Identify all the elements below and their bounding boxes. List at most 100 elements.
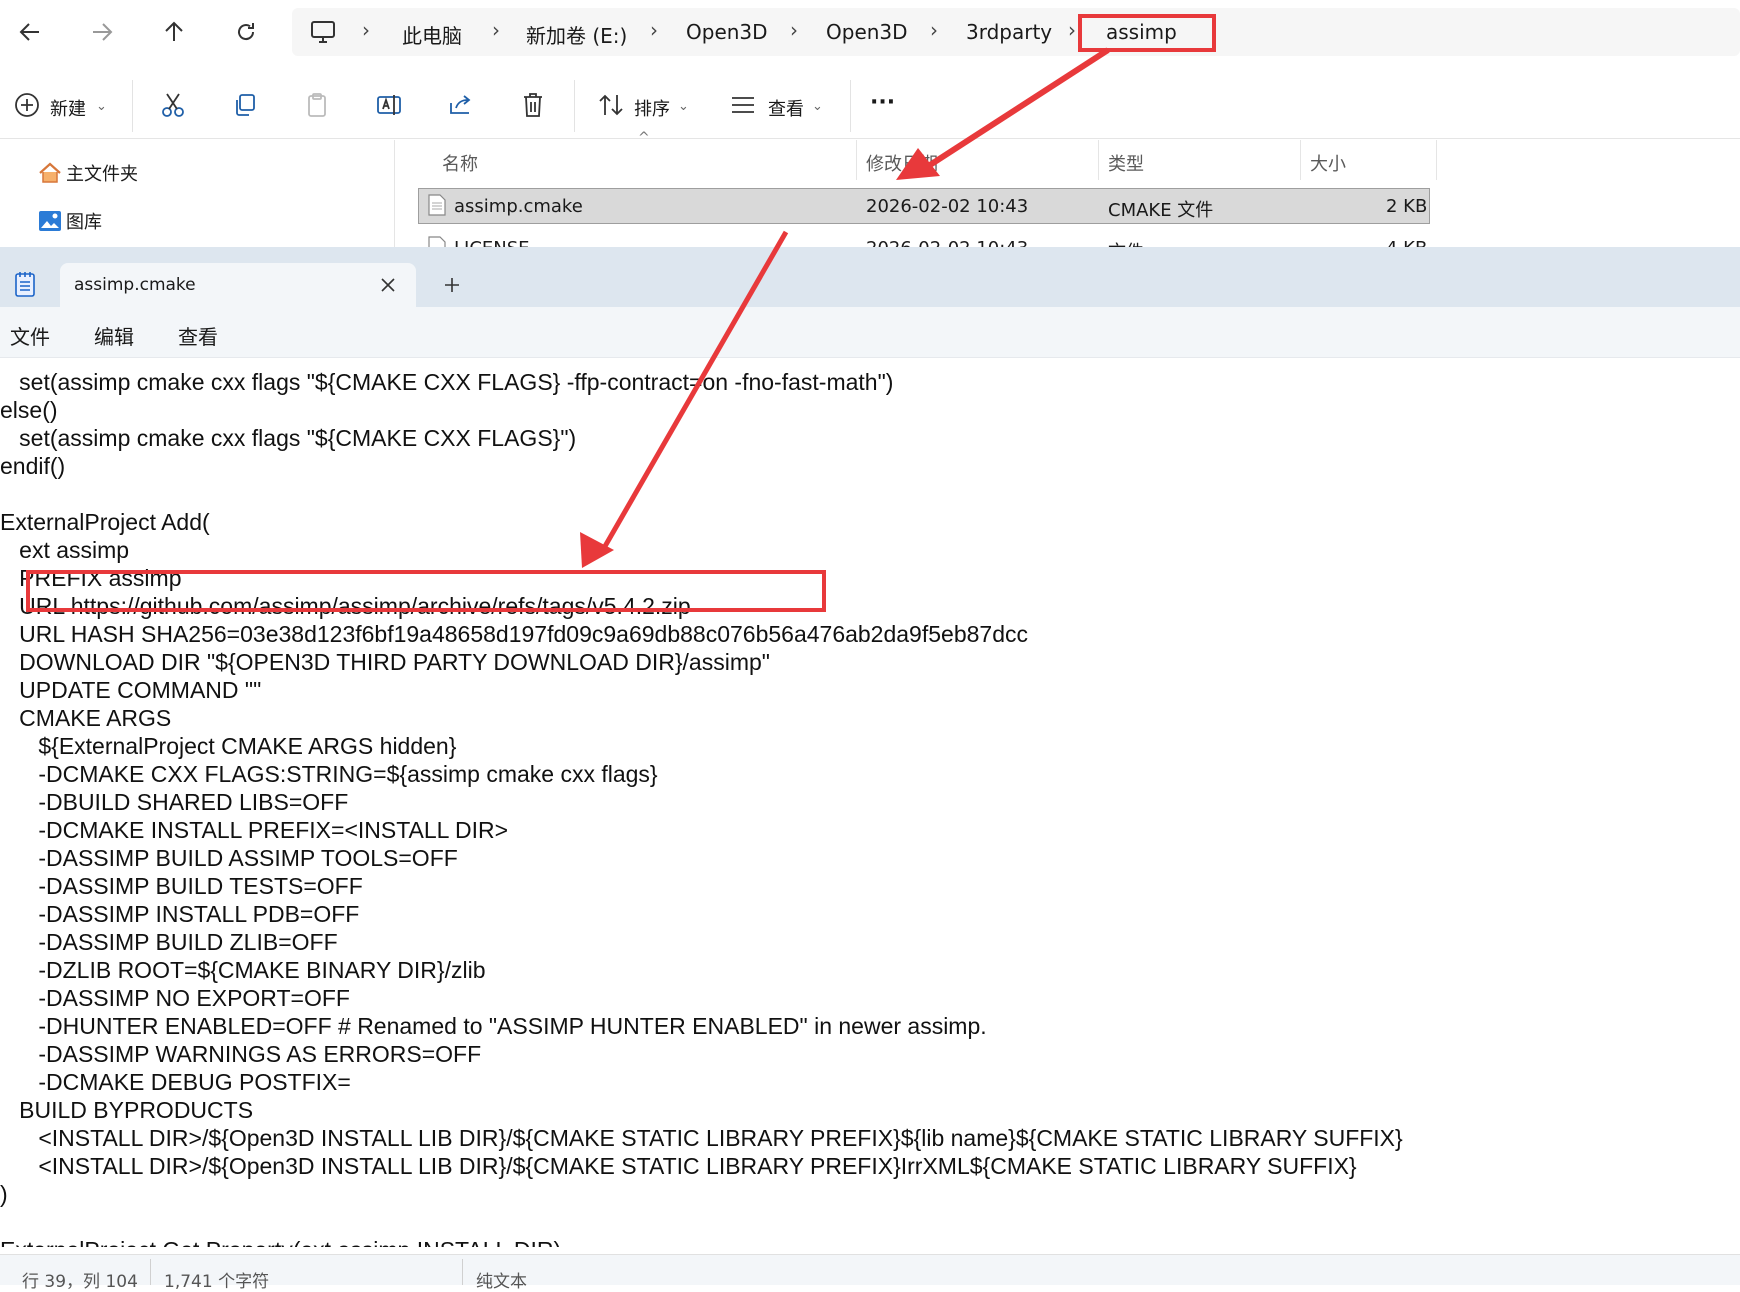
breadcrumb-this-pc[interactable]: 此电脑: [402, 20, 462, 49]
close-icon[interactable]: [380, 277, 396, 293]
code-line: -DCMAKE DEBUG POSTFIX=: [0, 1069, 351, 1095]
notepad-window: assimp.cmake 文件 编辑 查看 set(assimp cmake c…: [0, 247, 1740, 1292]
code-line: -DCMAKE CXX FLAGS:STRING=${assimp cmake …: [0, 761, 658, 787]
scissors-icon: [162, 93, 184, 117]
breadcrumb-drive-e[interactable]: 新加卷 (E:): [526, 20, 627, 49]
chevron-right-icon: ›: [1068, 18, 1076, 42]
code-line: -DASSIMP BUILD ASSIMP TOOLS=OFF: [0, 845, 458, 871]
code-line: -DHUNTER ENABLED=OFF # Renamed to "ASSIM…: [0, 1013, 987, 1039]
delete-button[interactable]: [518, 90, 548, 120]
status-divider: [150, 1259, 151, 1285]
sort-button[interactable]: [596, 90, 626, 120]
chevron-right-icon: ›: [930, 18, 938, 42]
back-button[interactable]: [10, 12, 50, 52]
cursor-position: 行 39，列 104: [22, 1272, 138, 1292]
code-line: else(): [0, 397, 58, 423]
column-divider[interactable]: [1300, 140, 1301, 180]
breadcrumb-open3d-1[interactable]: Open3D: [686, 20, 768, 44]
menu-bar: [0, 307, 1740, 358]
paste-button[interactable]: [302, 90, 332, 120]
up-button[interactable]: [154, 12, 194, 52]
column-divider[interactable]: [856, 140, 857, 180]
code-line: ExternalProject Add(: [0, 509, 210, 535]
file-modified: 2026-02-02 10:43: [866, 196, 1029, 217]
column-header-type[interactable]: 类型: [1108, 150, 1144, 176]
arrow-up-icon: [165, 21, 183, 41]
view-label[interactable]: 查看: [768, 95, 804, 121]
home-icon: [39, 162, 61, 183]
column-header-name[interactable]: 名称: [442, 150, 478, 176]
menu-view[interactable]: 查看: [178, 321, 218, 350]
chevron-right-icon: ›: [492, 18, 500, 42]
sidebar-divider: [394, 140, 395, 247]
more-options-button[interactable]: ···: [870, 90, 895, 115]
code-line: -DCMAKE INSTALL PREFIX=<INSTALL DIR>: [0, 817, 509, 843]
highlight-box-folder: [1078, 14, 1216, 52]
editor-text-area[interactable]: set(assimp cmake cxx flags "${CMAKE CXX …: [0, 357, 1740, 1247]
rename-icon: [377, 95, 401, 115]
code-line: BUILD BYPRODUCTS: [0, 1097, 254, 1123]
refresh-button[interactable]: [226, 12, 266, 52]
refresh-icon: [238, 23, 255, 41]
status-divider: [462, 1259, 463, 1285]
code-line: set(assimp cmake cxx flags "${CMAKE CXX …: [0, 425, 577, 451]
notepad-app-icon: [15, 272, 35, 297]
sidebar-item-home[interactable]: 主文件夹: [38, 160, 138, 186]
code-line: <INSTALL DIR>/${Open3D INSTALL LIB DIR}/…: [0, 1125, 1403, 1151]
chevron-down-icon[interactable]: ⌄: [678, 99, 689, 114]
copy-icon: [236, 94, 255, 116]
file-explorer-window: › 此电脑 › 新加卷 (E:) › Open3D › Open3D › 3rd…: [0, 0, 1740, 263]
column-divider[interactable]: [1436, 140, 1437, 180]
menu-file[interactable]: 文件: [10, 321, 50, 350]
arrow-right-icon: [93, 23, 113, 41]
share-button[interactable]: [446, 90, 476, 120]
list-view-icon: [732, 97, 754, 113]
cut-button[interactable]: [158, 90, 188, 120]
copy-button[interactable]: [230, 90, 260, 120]
menu-edit[interactable]: 编辑: [94, 321, 134, 350]
view-button[interactable]: [728, 90, 758, 120]
code-line: UPDATE COMMAND "": [0, 677, 262, 703]
new-button[interactable]: [12, 90, 42, 120]
new-label[interactable]: 新建: [50, 95, 86, 121]
clipboard-icon: [308, 93, 326, 117]
sidebar-item-label: 图库: [66, 212, 102, 233]
column-header-size[interactable]: 大小: [1310, 150, 1346, 176]
tab-title[interactable]: assimp.cmake: [74, 275, 196, 295]
file-name[interactable]: assimp.cmake: [454, 196, 583, 217]
new-tab-plus-icon[interactable]: [444, 277, 460, 293]
arrow-left-icon: [19, 23, 39, 41]
code-line: set(assimp cmake cxx flags "${CMAKE CXX …: [0, 369, 894, 395]
column-header-modified[interactable]: 修改日期: [866, 150, 938, 176]
code-line: ): [0, 1181, 8, 1207]
sort-label[interactable]: 排序: [634, 95, 670, 121]
computer-icon: [311, 21, 335, 43]
rename-button[interactable]: [374, 90, 404, 120]
highlight-box-url: [26, 570, 826, 612]
code-line: URL HASH SHA256=03e38d123f6bf19a48658d19…: [0, 621, 1028, 647]
column-divider[interactable]: [1098, 140, 1099, 180]
sort-ascending-icon: ^: [638, 130, 650, 146]
gallery-icon: [39, 211, 61, 231]
code-line: -DBUILD SHARED LIBS=OFF: [0, 789, 349, 815]
chevron-down-icon[interactable]: ⌄: [812, 99, 823, 114]
chevron-right-icon: ›: [650, 18, 658, 42]
breadcrumb-open3d-2[interactable]: Open3D: [826, 20, 908, 44]
chevron-right-icon: ›: [790, 18, 798, 42]
plus-circle-icon: [15, 93, 39, 117]
forward-button[interactable]: [82, 12, 122, 52]
code-line: endif(): [0, 453, 66, 479]
breadcrumb-3rdparty[interactable]: 3rdparty: [966, 20, 1052, 44]
code-line: -DASSIMP INSTALL PDB=OFF: [0, 901, 360, 927]
code-line: CMAKE ARGS: [0, 705, 172, 731]
sidebar-item-gallery[interactable]: 图库: [38, 208, 102, 234]
toolbar-bottom-border: [0, 138, 1740, 139]
code-line: <INSTALL DIR>/${Open3D INSTALL LIB DIR}/…: [0, 1153, 1357, 1179]
file-size: 2 KB: [1386, 196, 1428, 217]
character-count: 1,741 个字符: [164, 1272, 270, 1292]
share-icon: [450, 95, 471, 114]
code-line: -DASSIMP BUILD TESTS=OFF: [0, 873, 363, 899]
chevron-down-icon[interactable]: ⌄: [96, 99, 107, 114]
sort-icon: [599, 94, 623, 116]
code-line: DOWNLOAD DIR "${OPEN3D THIRD PARTY DOWNL…: [0, 649, 770, 675]
